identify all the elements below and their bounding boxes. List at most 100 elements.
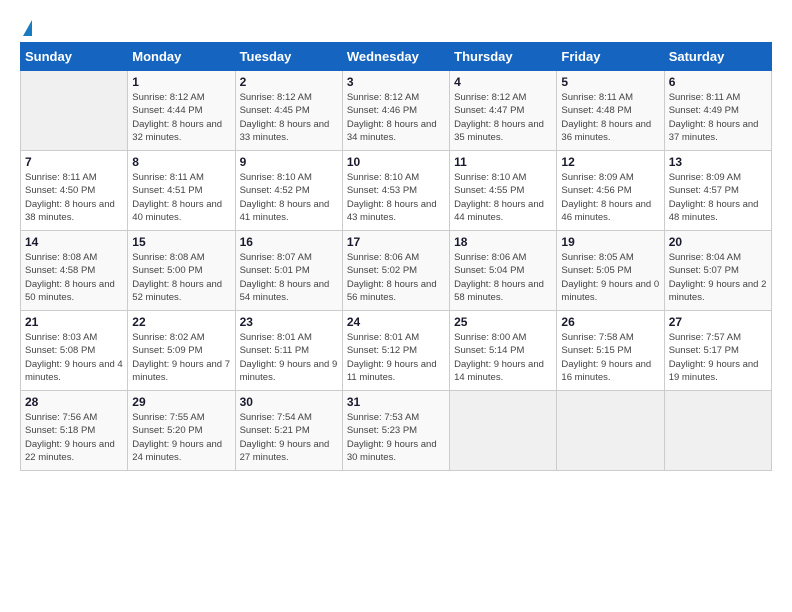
day-cell: 2 Sunrise: 8:12 AMSunset: 4:45 PMDayligh… — [235, 71, 342, 151]
day-info: Sunrise: 8:00 AMSunset: 5:14 PMDaylight:… — [454, 332, 544, 383]
day-cell: 13 Sunrise: 8:09 AMSunset: 4:57 PMDaylig… — [664, 151, 771, 231]
day-number: 19 — [561, 235, 659, 249]
day-cell: 1 Sunrise: 8:12 AMSunset: 4:44 PMDayligh… — [128, 71, 235, 151]
day-info: Sunrise: 8:01 AMSunset: 5:11 PMDaylight:… — [240, 332, 338, 383]
day-cell: 10 Sunrise: 8:10 AMSunset: 4:53 PMDaylig… — [342, 151, 449, 231]
day-number: 4 — [454, 75, 552, 89]
day-number: 13 — [669, 155, 767, 169]
day-number: 9 — [240, 155, 338, 169]
day-info: Sunrise: 8:12 AMSunset: 4:46 PMDaylight:… — [347, 92, 437, 143]
header-cell-friday: Friday — [557, 43, 664, 71]
day-number: 31 — [347, 395, 445, 409]
day-number: 5 — [561, 75, 659, 89]
day-info: Sunrise: 7:58 AMSunset: 5:15 PMDaylight:… — [561, 332, 651, 383]
day-cell — [21, 71, 128, 151]
day-info: Sunrise: 8:09 AMSunset: 4:56 PMDaylight:… — [561, 172, 651, 223]
day-number: 2 — [240, 75, 338, 89]
day-info: Sunrise: 8:03 AMSunset: 5:08 PMDaylight:… — [25, 332, 123, 383]
header-cell-monday: Monday — [128, 43, 235, 71]
day-number: 18 — [454, 235, 552, 249]
day-cell: 7 Sunrise: 8:11 AMSunset: 4:50 PMDayligh… — [21, 151, 128, 231]
day-info: Sunrise: 8:07 AMSunset: 5:01 PMDaylight:… — [240, 252, 330, 303]
header-cell-tuesday: Tuesday — [235, 43, 342, 71]
logo-arrow-icon — [23, 20, 32, 36]
day-number: 20 — [669, 235, 767, 249]
week-row-4: 21 Sunrise: 8:03 AMSunset: 5:08 PMDaylig… — [21, 311, 772, 391]
day-cell: 5 Sunrise: 8:11 AMSunset: 4:48 PMDayligh… — [557, 71, 664, 151]
day-cell: 31 Sunrise: 7:53 AMSunset: 5:23 PMDaylig… — [342, 391, 449, 471]
day-cell: 28 Sunrise: 7:56 AMSunset: 5:18 PMDaylig… — [21, 391, 128, 471]
day-info: Sunrise: 8:11 AMSunset: 4:50 PMDaylight:… — [25, 172, 115, 223]
day-info: Sunrise: 8:08 AMSunset: 5:00 PMDaylight:… — [132, 252, 222, 303]
day-cell: 15 Sunrise: 8:08 AMSunset: 5:00 PMDaylig… — [128, 231, 235, 311]
day-info: Sunrise: 8:04 AMSunset: 5:07 PMDaylight:… — [669, 252, 767, 303]
day-cell: 29 Sunrise: 7:55 AMSunset: 5:20 PMDaylig… — [128, 391, 235, 471]
day-number: 12 — [561, 155, 659, 169]
day-cell: 19 Sunrise: 8:05 AMSunset: 5:05 PMDaylig… — [557, 231, 664, 311]
header-cell-thursday: Thursday — [450, 43, 557, 71]
day-info: Sunrise: 8:11 AMSunset: 4:51 PMDaylight:… — [132, 172, 222, 223]
day-number: 3 — [347, 75, 445, 89]
day-info: Sunrise: 8:12 AMSunset: 4:45 PMDaylight:… — [240, 92, 330, 143]
week-row-5: 28 Sunrise: 7:56 AMSunset: 5:18 PMDaylig… — [21, 391, 772, 471]
day-number: 6 — [669, 75, 767, 89]
page-header — [20, 20, 772, 32]
day-cell — [557, 391, 664, 471]
day-info: Sunrise: 8:10 AMSunset: 4:52 PMDaylight:… — [240, 172, 330, 223]
day-number: 16 — [240, 235, 338, 249]
day-cell: 18 Sunrise: 8:06 AMSunset: 5:04 PMDaylig… — [450, 231, 557, 311]
day-number: 10 — [347, 155, 445, 169]
day-info: Sunrise: 8:08 AMSunset: 4:58 PMDaylight:… — [25, 252, 115, 303]
day-number: 23 — [240, 315, 338, 329]
week-row-3: 14 Sunrise: 8:08 AMSunset: 4:58 PMDaylig… — [21, 231, 772, 311]
day-cell: 12 Sunrise: 8:09 AMSunset: 4:56 PMDaylig… — [557, 151, 664, 231]
day-info: Sunrise: 7:56 AMSunset: 5:18 PMDaylight:… — [25, 412, 115, 463]
calendar-table: SundayMondayTuesdayWednesdayThursdayFrid… — [20, 42, 772, 471]
day-number: 11 — [454, 155, 552, 169]
day-number: 25 — [454, 315, 552, 329]
day-number: 15 — [132, 235, 230, 249]
day-cell: 16 Sunrise: 8:07 AMSunset: 5:01 PMDaylig… — [235, 231, 342, 311]
week-row-2: 7 Sunrise: 8:11 AMSunset: 4:50 PMDayligh… — [21, 151, 772, 231]
header-cell-saturday: Saturday — [664, 43, 771, 71]
header-cell-sunday: Sunday — [21, 43, 128, 71]
day-cell: 6 Sunrise: 8:11 AMSunset: 4:49 PMDayligh… — [664, 71, 771, 151]
day-cell: 8 Sunrise: 8:11 AMSunset: 4:51 PMDayligh… — [128, 151, 235, 231]
day-cell: 23 Sunrise: 8:01 AMSunset: 5:11 PMDaylig… — [235, 311, 342, 391]
day-cell: 30 Sunrise: 7:54 AMSunset: 5:21 PMDaylig… — [235, 391, 342, 471]
day-cell — [664, 391, 771, 471]
day-info: Sunrise: 8:05 AMSunset: 5:05 PMDaylight:… — [561, 252, 659, 303]
day-number: 30 — [240, 395, 338, 409]
day-number: 27 — [669, 315, 767, 329]
day-number: 24 — [347, 315, 445, 329]
day-info: Sunrise: 8:06 AMSunset: 5:02 PMDaylight:… — [347, 252, 437, 303]
day-cell: 26 Sunrise: 7:58 AMSunset: 5:15 PMDaylig… — [557, 311, 664, 391]
day-cell: 3 Sunrise: 8:12 AMSunset: 4:46 PMDayligh… — [342, 71, 449, 151]
day-info: Sunrise: 8:09 AMSunset: 4:57 PMDaylight:… — [669, 172, 759, 223]
day-number: 1 — [132, 75, 230, 89]
day-cell: 11 Sunrise: 8:10 AMSunset: 4:55 PMDaylig… — [450, 151, 557, 231]
header-row: SundayMondayTuesdayWednesdayThursdayFrid… — [21, 43, 772, 71]
day-info: Sunrise: 7:55 AMSunset: 5:20 PMDaylight:… — [132, 412, 222, 463]
day-number: 7 — [25, 155, 123, 169]
header-cell-wednesday: Wednesday — [342, 43, 449, 71]
day-cell: 14 Sunrise: 8:08 AMSunset: 4:58 PMDaylig… — [21, 231, 128, 311]
day-info: Sunrise: 8:01 AMSunset: 5:12 PMDaylight:… — [347, 332, 437, 383]
day-number: 22 — [132, 315, 230, 329]
day-cell: 27 Sunrise: 7:57 AMSunset: 5:17 PMDaylig… — [664, 311, 771, 391]
day-cell: 9 Sunrise: 8:10 AMSunset: 4:52 PMDayligh… — [235, 151, 342, 231]
day-info: Sunrise: 7:53 AMSunset: 5:23 PMDaylight:… — [347, 412, 437, 463]
day-info: Sunrise: 8:12 AMSunset: 4:44 PMDaylight:… — [132, 92, 222, 143]
day-number: 26 — [561, 315, 659, 329]
day-cell: 20 Sunrise: 8:04 AMSunset: 5:07 PMDaylig… — [664, 231, 771, 311]
day-number: 29 — [132, 395, 230, 409]
day-cell: 4 Sunrise: 8:12 AMSunset: 4:47 PMDayligh… — [450, 71, 557, 151]
week-row-1: 1 Sunrise: 8:12 AMSunset: 4:44 PMDayligh… — [21, 71, 772, 151]
day-info: Sunrise: 7:57 AMSunset: 5:17 PMDaylight:… — [669, 332, 759, 383]
day-number: 28 — [25, 395, 123, 409]
day-info: Sunrise: 8:11 AMSunset: 4:48 PMDaylight:… — [561, 92, 651, 143]
day-info: Sunrise: 8:12 AMSunset: 4:47 PMDaylight:… — [454, 92, 544, 143]
day-info: Sunrise: 8:10 AMSunset: 4:55 PMDaylight:… — [454, 172, 544, 223]
day-number: 17 — [347, 235, 445, 249]
day-cell: 25 Sunrise: 8:00 AMSunset: 5:14 PMDaylig… — [450, 311, 557, 391]
